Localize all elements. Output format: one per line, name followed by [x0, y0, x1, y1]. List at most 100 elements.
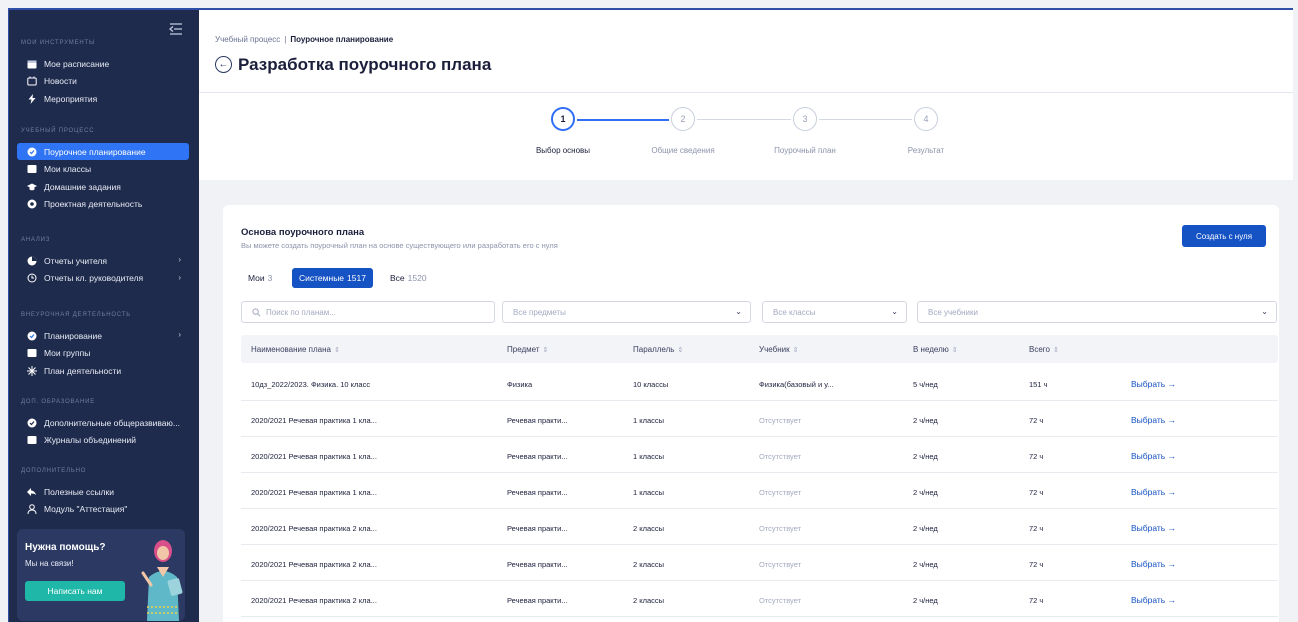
clock-report-icon [27, 273, 37, 283]
lightning-icon [27, 93, 37, 104]
chevron-right-icon: › [178, 272, 181, 282]
column-header[interactable]: В неделю ⇕ [913, 345, 958, 354]
sort-icon[interactable]: ⇕ [793, 347, 799, 354]
class-select[interactable]: Все классы ⌄ [762, 301, 907, 323]
sidebar-item[interactable]: Дополнительные общеразвиваю... [17, 414, 189, 431]
filter-tab[interactable]: Мои 3 [241, 268, 279, 288]
sidebar-item[interactable]: Домашние задания [17, 178, 189, 195]
sidebar-item-label: Мероприятия [44, 93, 98, 104]
column-header-label: Предмет [507, 345, 540, 354]
help-subtitle: Мы на связи! [25, 559, 74, 568]
column-header[interactable]: Наименование плана ⇕ [251, 345, 340, 354]
filter-tab[interactable]: Системные 1517 [292, 268, 373, 288]
sidebar-item[interactable]: План деятельности [17, 362, 189, 379]
planning-icon [27, 331, 37, 341]
sort-icon[interactable]: ⇕ [1053, 347, 1059, 354]
cell-parallel: 1 классы [633, 488, 665, 497]
stepper-connector [697, 119, 791, 120]
column-header[interactable]: Учебник ⇕ [759, 345, 798, 354]
sidebar-item[interactable]: Мероприятия [17, 90, 189, 107]
breadcrumb-parent[interactable]: Учебный процесс [215, 35, 280, 44]
sidebar-item[interactable]: Проектная деятельность [17, 196, 189, 213]
select-plan-link[interactable]: Выбрать → [1131, 487, 1176, 497]
collapse-sidebar-icon[interactable] [168, 22, 183, 35]
sidebar-item[interactable]: Планирование › [17, 327, 189, 344]
sidebar-item[interactable]: Модуль "Аттестация" [17, 501, 189, 518]
calendar-icon [27, 59, 37, 69]
sidebar-item[interactable]: Отчеты учителя › [17, 252, 189, 269]
sort-icon[interactable]: ⇕ [952, 347, 958, 354]
sidebar-section-title: Мои инструменты [21, 40, 96, 46]
chevron-down-icon: ⌄ [891, 307, 898, 316]
cell-per-week: 2 ч/нед [913, 416, 938, 425]
cell-subject: Речевая практи... [507, 560, 568, 569]
write-us-button[interactable]: Написать нам [25, 581, 125, 601]
sidebar-item[interactable]: Мое расписание [17, 55, 189, 72]
search-field[interactable] [241, 301, 495, 323]
groups-icon [27, 348, 37, 358]
card-subtitle: Вы можете создать поурочный план на осно… [241, 241, 558, 250]
subject-select-value: Все предметы [513, 307, 566, 317]
textbook-select[interactable]: Все учебники ⌄ [917, 301, 1277, 323]
select-link-label: Выбрать [1131, 487, 1166, 497]
column-header[interactable]: Всего ⇕ [1029, 345, 1059, 354]
page-title: Разработка поурочного плана [238, 55, 492, 74]
sort-icon[interactable]: ⇕ [677, 347, 683, 354]
filter-tab[interactable]: Все 1520 [383, 268, 434, 288]
column-header[interactable]: Предмет ⇕ [507, 345, 548, 354]
cell-name: 2020/2021 Речевая практика 1 кла... [251, 452, 377, 461]
sidebar: Мои инструменты Мое расписание Новости Меро… [9, 10, 199, 622]
cell-textbook: Отсутствует [759, 452, 802, 461]
sidebar-item[interactable]: Отчеты кл. руководителя › [17, 270, 189, 287]
cell-name: 2020/2021 Речевая практика 1 кла... [251, 416, 377, 425]
search-input[interactable] [266, 307, 484, 317]
table-row: 2020/2021 Речевая практика 2 кла... Речев… [241, 548, 1278, 581]
create-from-scratch-button[interactable]: Создать с нуля [1182, 225, 1266, 247]
sidebar-item[interactable]: Мои классы [17, 161, 189, 178]
sidebar-item[interactable]: Новости [17, 73, 189, 90]
select-link-label: Выбрать [1131, 523, 1166, 533]
column-header-label: В неделю [913, 345, 949, 354]
cell-textbook: Отсутствует [759, 560, 802, 569]
sidebar-section-title: Доп. образование [21, 399, 95, 405]
cell-total: 72 ч [1029, 560, 1044, 569]
cell-subject: Речевая практи... [507, 596, 568, 605]
tab-label: Все [390, 273, 405, 283]
cell-subject: Речевая практи... [507, 452, 568, 461]
select-plan-link[interactable]: Выбрать → [1131, 523, 1176, 533]
back-arrow-icon[interactable]: ← [215, 56, 232, 73]
breadcrumb-separator: | [284, 35, 287, 44]
cell-subject: Речевая практи... [507, 488, 568, 497]
sidebar-item[interactable]: Полезные ссылки [17, 483, 189, 500]
sort-icon[interactable]: ⇕ [543, 347, 549, 354]
sidebar-item-label: Отчеты кл. руководителя [44, 273, 144, 284]
select-plan-link[interactable]: Выбрать → [1131, 415, 1176, 425]
cell-parallel: 1 классы [633, 416, 665, 425]
sidebar-item[interactable]: Журналы объединений [17, 432, 189, 449]
subject-select[interactable]: Все предметы ⌄ [502, 301, 751, 323]
cell-textbook: Отсутствует [759, 524, 802, 533]
select-plan-link[interactable]: Выбрать → [1131, 451, 1176, 461]
select-plan-link[interactable]: Выбрать → [1131, 559, 1176, 569]
sidebar-item-label: Дополнительные общеразвиваю... [44, 417, 180, 428]
table-row: 2020/2021 Речевая практика 1 кла... Речев… [241, 476, 1278, 509]
sidebar-item-label: План деятельности [44, 365, 122, 376]
cell-parallel: 2 классы [633, 560, 665, 569]
help-title: Нужна помощь? [25, 542, 106, 553]
stepper-connector [819, 119, 912, 120]
step-number[interactable]: 3 [793, 107, 817, 131]
step-number[interactable]: 1 [551, 107, 575, 131]
support-person-illustration [141, 540, 183, 621]
column-header[interactable]: Параллель ⇕ [633, 345, 683, 354]
step-number[interactable]: 4 [914, 107, 938, 131]
sidebar-item-label: Планирование [44, 330, 103, 341]
cell-subject: Речевая практи... [507, 416, 568, 425]
select-plan-link[interactable]: Выбрать → [1131, 379, 1176, 389]
sidebar-item[interactable]: Мои группы [17, 345, 189, 362]
cell-per-week: 2 ч/нед [913, 452, 938, 461]
select-plan-link[interactable]: Выбрать → [1131, 595, 1176, 605]
card-title: Основа поурочного плана [241, 227, 365, 238]
step-number[interactable]: 2 [671, 107, 695, 131]
sidebar-item[interactable]: Поурочное планирование [17, 143, 189, 160]
sort-icon[interactable]: ⇕ [334, 347, 340, 354]
